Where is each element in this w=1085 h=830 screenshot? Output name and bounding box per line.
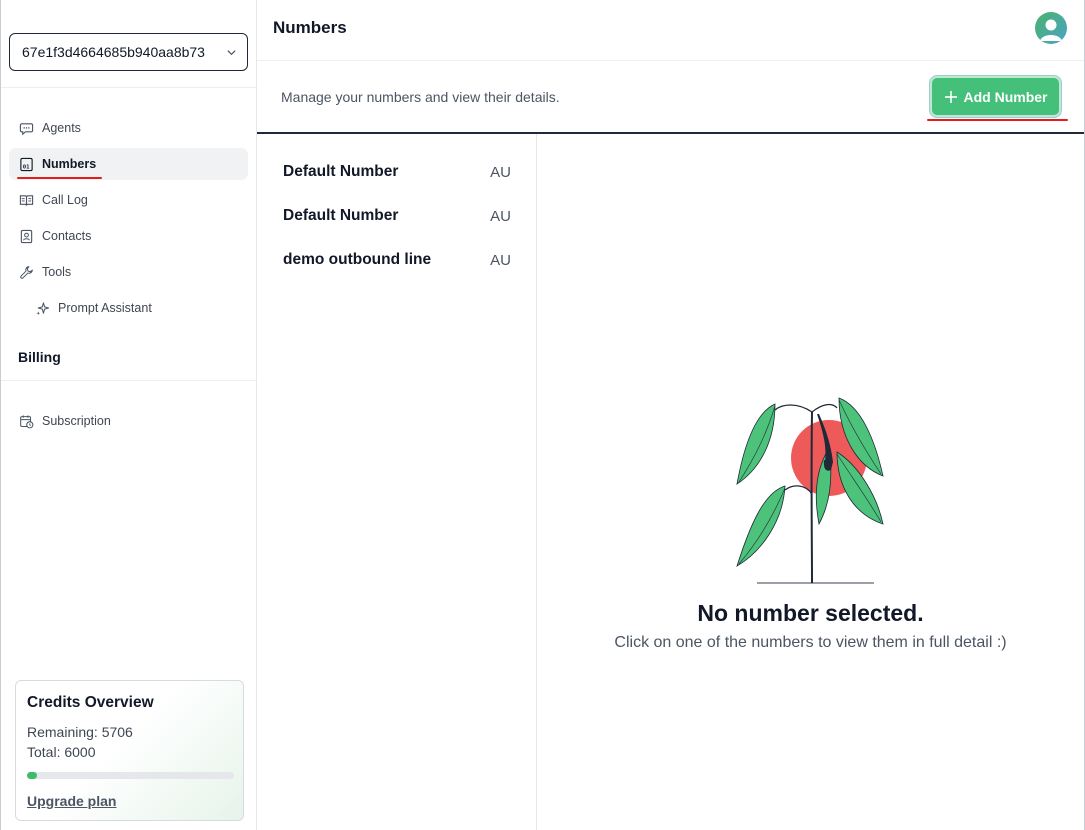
billing-section-title: Billing	[18, 349, 61, 365]
credits-progress-bar	[27, 772, 234, 779]
phone-number-icon: 01	[18, 156, 34, 172]
sidebar-item-call-log[interactable]: Call Log	[9, 184, 248, 216]
credits-overview-card: Credits Overview Remaining: 5706 Total: …	[15, 680, 244, 821]
annotation-underline	[927, 119, 1068, 121]
chevron-down-icon	[225, 46, 237, 58]
annotation-underline	[17, 177, 102, 179]
sidebar: 67e1f3d4664685b940aa8b73 Agents 01 Numbe…	[1, 0, 257, 830]
sidebar-item-label: Subscription	[42, 414, 111, 428]
sidebar-item-agents[interactable]: Agents	[9, 112, 248, 144]
sidebar-item-label: Agents	[42, 121, 81, 135]
add-number-label: Add Number	[963, 88, 1048, 105]
credits-total: Total: 6000	[27, 744, 96, 760]
header-divider	[257, 60, 1084, 61]
sidebar-item-prompt-assistant[interactable]: Prompt Assistant	[9, 292, 248, 324]
page-subtitle: Manage your numbers and view their detai…	[281, 89, 560, 105]
upgrade-plan-link[interactable]: Upgrade plan	[27, 793, 116, 809]
sidebar-item-label: Tools	[42, 265, 72, 279]
organization-id: 67e1f3d4664685b940aa8b73	[22, 44, 205, 60]
book-icon	[18, 192, 34, 208]
organization-selector[interactable]: 67e1f3d4664685b940aa8b73	[9, 33, 248, 71]
number-country: AU	[490, 163, 511, 181]
sidebar-divider	[1, 380, 257, 381]
chat-bubble-icon	[18, 120, 34, 136]
main-content: Numbers Manage your numbers and view the…	[257, 0, 1084, 830]
calendar-clock-icon	[18, 413, 34, 429]
credits-title: Credits Overview	[27, 694, 154, 711]
user-avatar[interactable]	[1035, 12, 1067, 44]
avatar-person-icon	[1040, 19, 1062, 41]
sidebar-item-tools[interactable]: Tools	[9, 256, 248, 288]
number-name: demo outbound line	[283, 251, 432, 268]
number-list-item[interactable]: Default Number AU	[283, 201, 511, 231]
sidebar-divider	[1, 87, 257, 88]
sidebar-item-subscription[interactable]: Subscription	[9, 405, 248, 437]
empty-state-title: No number selected.	[697, 600, 924, 626]
credits-remaining: Remaining: 5706	[27, 724, 133, 740]
svg-text:01: 01	[22, 164, 29, 170]
sidebar-item-label: Call Log	[42, 193, 88, 207]
contact-card-icon	[18, 228, 34, 244]
page-title: Numbers	[273, 18, 347, 37]
number-country: AU	[490, 207, 511, 225]
empty-state-subtitle: Click on one of the numbers to view them…	[614, 634, 1007, 651]
numbers-list: Default Number AU Default Number AU demo…	[257, 134, 537, 830]
number-country: AU	[490, 251, 511, 269]
sidebar-item-numbers[interactable]: 01 Numbers	[9, 148, 248, 180]
sidebar-item-contacts[interactable]: Contacts	[9, 220, 248, 252]
add-number-button[interactable]: Add Number	[930, 76, 1061, 117]
plus-icon	[944, 90, 958, 104]
credits-progress-fill	[27, 772, 38, 779]
number-list-item[interactable]: Default Number AU	[283, 157, 511, 187]
sparkle-icon	[34, 300, 50, 316]
sidebar-item-label: Contacts	[42, 229, 92, 243]
sidebar-item-label: Prompt Assistant	[58, 301, 152, 315]
wilting-plant-illustration	[736, 397, 884, 584]
number-name: Default Number	[283, 207, 399, 224]
number-list-item[interactable]: demo outbound line AU	[283, 245, 511, 275]
number-name: Default Number	[283, 163, 399, 180]
sidebar-item-label: Numbers	[42, 157, 97, 171]
wrench-icon	[18, 264, 34, 280]
